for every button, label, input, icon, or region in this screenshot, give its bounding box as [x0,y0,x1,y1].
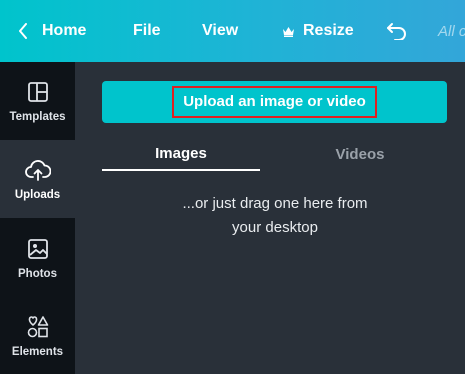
drag-drop-hint: ...or just drag one here from your deskt… [155,192,395,240]
upload-button[interactable]: Upload an image or video [102,81,447,123]
templates-icon [27,79,49,105]
chevron-left-icon [19,23,27,39]
view-menu[interactable]: View [202,0,238,62]
resize-button[interactable]: Resize [282,0,354,62]
photo-icon [27,236,49,262]
sidebar-item-label: Templates [9,111,66,123]
home-button[interactable]: Home [18,0,86,62]
sidebar-item-label: Uploads [14,189,61,201]
sidebar: Templates Uploads Photos Elements [0,62,75,374]
drag-hint-line1: ...or just drag one here from [182,195,368,212]
tab-videos[interactable]: Videos [289,137,431,171]
top-bar: Home File View Resize All c [0,0,465,62]
sidebar-item-label: Elements [11,346,64,358]
upload-button-label: Upload an image or video [172,86,377,118]
sidebar-item-uploads[interactable]: Uploads [0,140,75,218]
upload-cloud-icon [24,157,51,183]
crown-icon [283,26,294,37]
shapes-icon [26,314,50,340]
undo-button[interactable] [386,0,408,62]
sidebar-item-elements[interactable]: Elements [0,297,75,374]
sidebar-item-label: Photos [18,268,57,280]
file-menu[interactable]: File [133,0,161,62]
drag-hint-line2: your desktop [232,219,318,236]
uploads-panel: Upload an image or video Images Videos .… [75,62,465,374]
sidebar-item-templates[interactable]: Templates [0,62,75,140]
home-label: Home [42,22,87,39]
tab-label: Videos [335,145,385,163]
view-label: View [202,22,239,39]
resize-label: Resize [303,22,354,39]
tab-images[interactable]: Images [102,137,260,171]
undo-icon [387,23,406,40]
sidebar-item-photos[interactable]: Photos [0,219,75,297]
save-status-label: All c [438,22,465,40]
tab-label: Images [155,144,207,162]
save-status: All c [438,0,465,62]
file-label: File [133,22,161,39]
